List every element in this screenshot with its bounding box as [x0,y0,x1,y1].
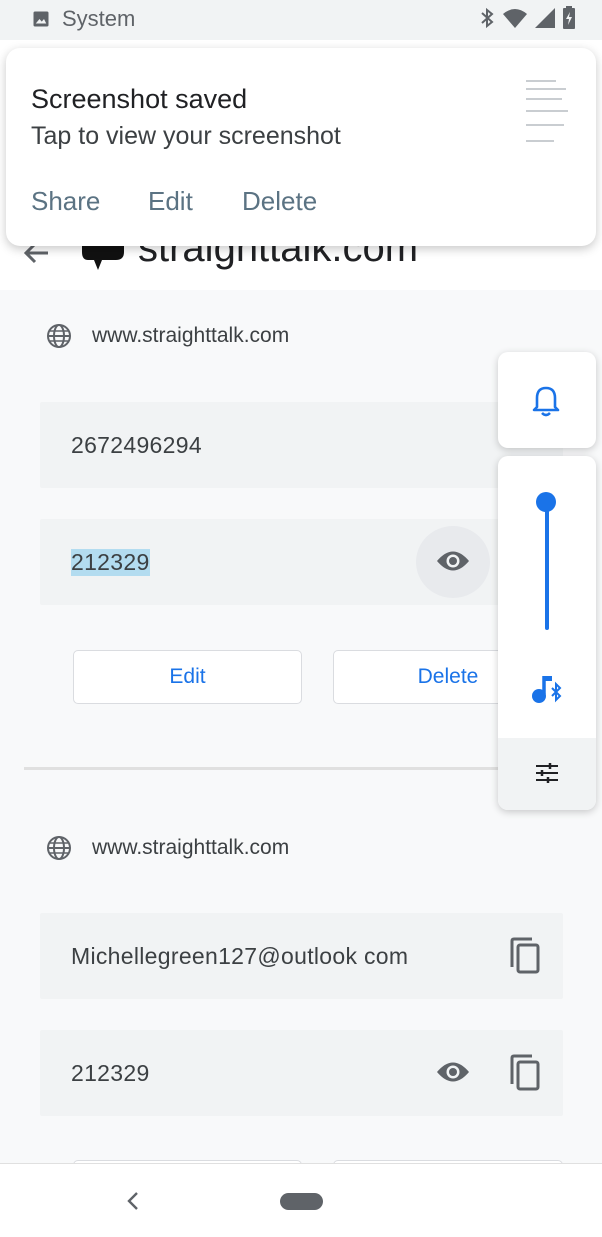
ringer-mode-button[interactable] [498,352,596,448]
globe-icon [47,836,71,860]
notification-text: Tap to view your screenshot [31,122,341,150]
show-password-button[interactable] [416,1037,490,1109]
copy-icon[interactable] [508,1054,542,1092]
volume-slider-thumb[interactable] [536,492,556,512]
volume-slider-panel [498,456,596,810]
entry-site-row: www.straighttalk.com [46,323,289,349]
entry-divider [24,767,578,770]
volume-settings-button[interactable] [498,738,596,810]
image-icon [33,11,49,27]
copy-icon[interactable] [508,937,542,975]
username-field[interactable]: Michellegreen127@outlook com [40,913,563,999]
username-value: Michellegreen127@outlook com [71,943,409,969]
wifi-icon [503,9,527,28]
screenshot-thumbnail[interactable] [520,76,574,162]
password-field[interactable]: 212329 [40,1030,563,1116]
system-nav-bar [0,1163,602,1237]
globe-icon [47,324,71,348]
username-field[interactable]: 2672496294 [40,402,563,488]
entry-site-row: www.straighttalk.com [46,835,289,861]
tune-icon [536,763,558,783]
bell-icon [532,386,560,417]
status-title: System [62,6,136,31]
bluetooth-music-icon [532,676,562,703]
nav-home-pill[interactable] [280,1193,323,1210]
bluetooth-icon [481,7,494,29]
screenshot-notification[interactable]: Screenshot saved Tap to view your screen… [6,48,596,246]
eye-icon [437,551,469,571]
site-url: www.straighttalk.com [92,324,290,347]
password-field[interactable]: 212329 [40,519,563,605]
notification-title: Screenshot saved [31,84,248,114]
status-bar: System [0,0,602,40]
status-left: System [32,6,135,32]
show-password-button[interactable] [416,526,490,598]
status-icons [478,6,576,30]
nav-back-icon[interactable] [124,1190,142,1212]
signal-icon [535,8,555,28]
battery-icon [563,6,575,29]
delete-action-button[interactable]: Delete [242,186,317,217]
password-value: 212329 [71,549,150,576]
password-value: 212329 [71,1060,150,1086]
site-url: www.straighttalk.com [92,836,290,859]
edit-button[interactable]: Edit [73,650,302,704]
username-value: 2672496294 [71,432,202,458]
share-action-button[interactable]: Share [31,186,100,217]
volume-slider-track[interactable] [545,502,549,630]
eye-icon [437,1062,469,1082]
edit-action-button[interactable]: Edit [148,186,193,217]
